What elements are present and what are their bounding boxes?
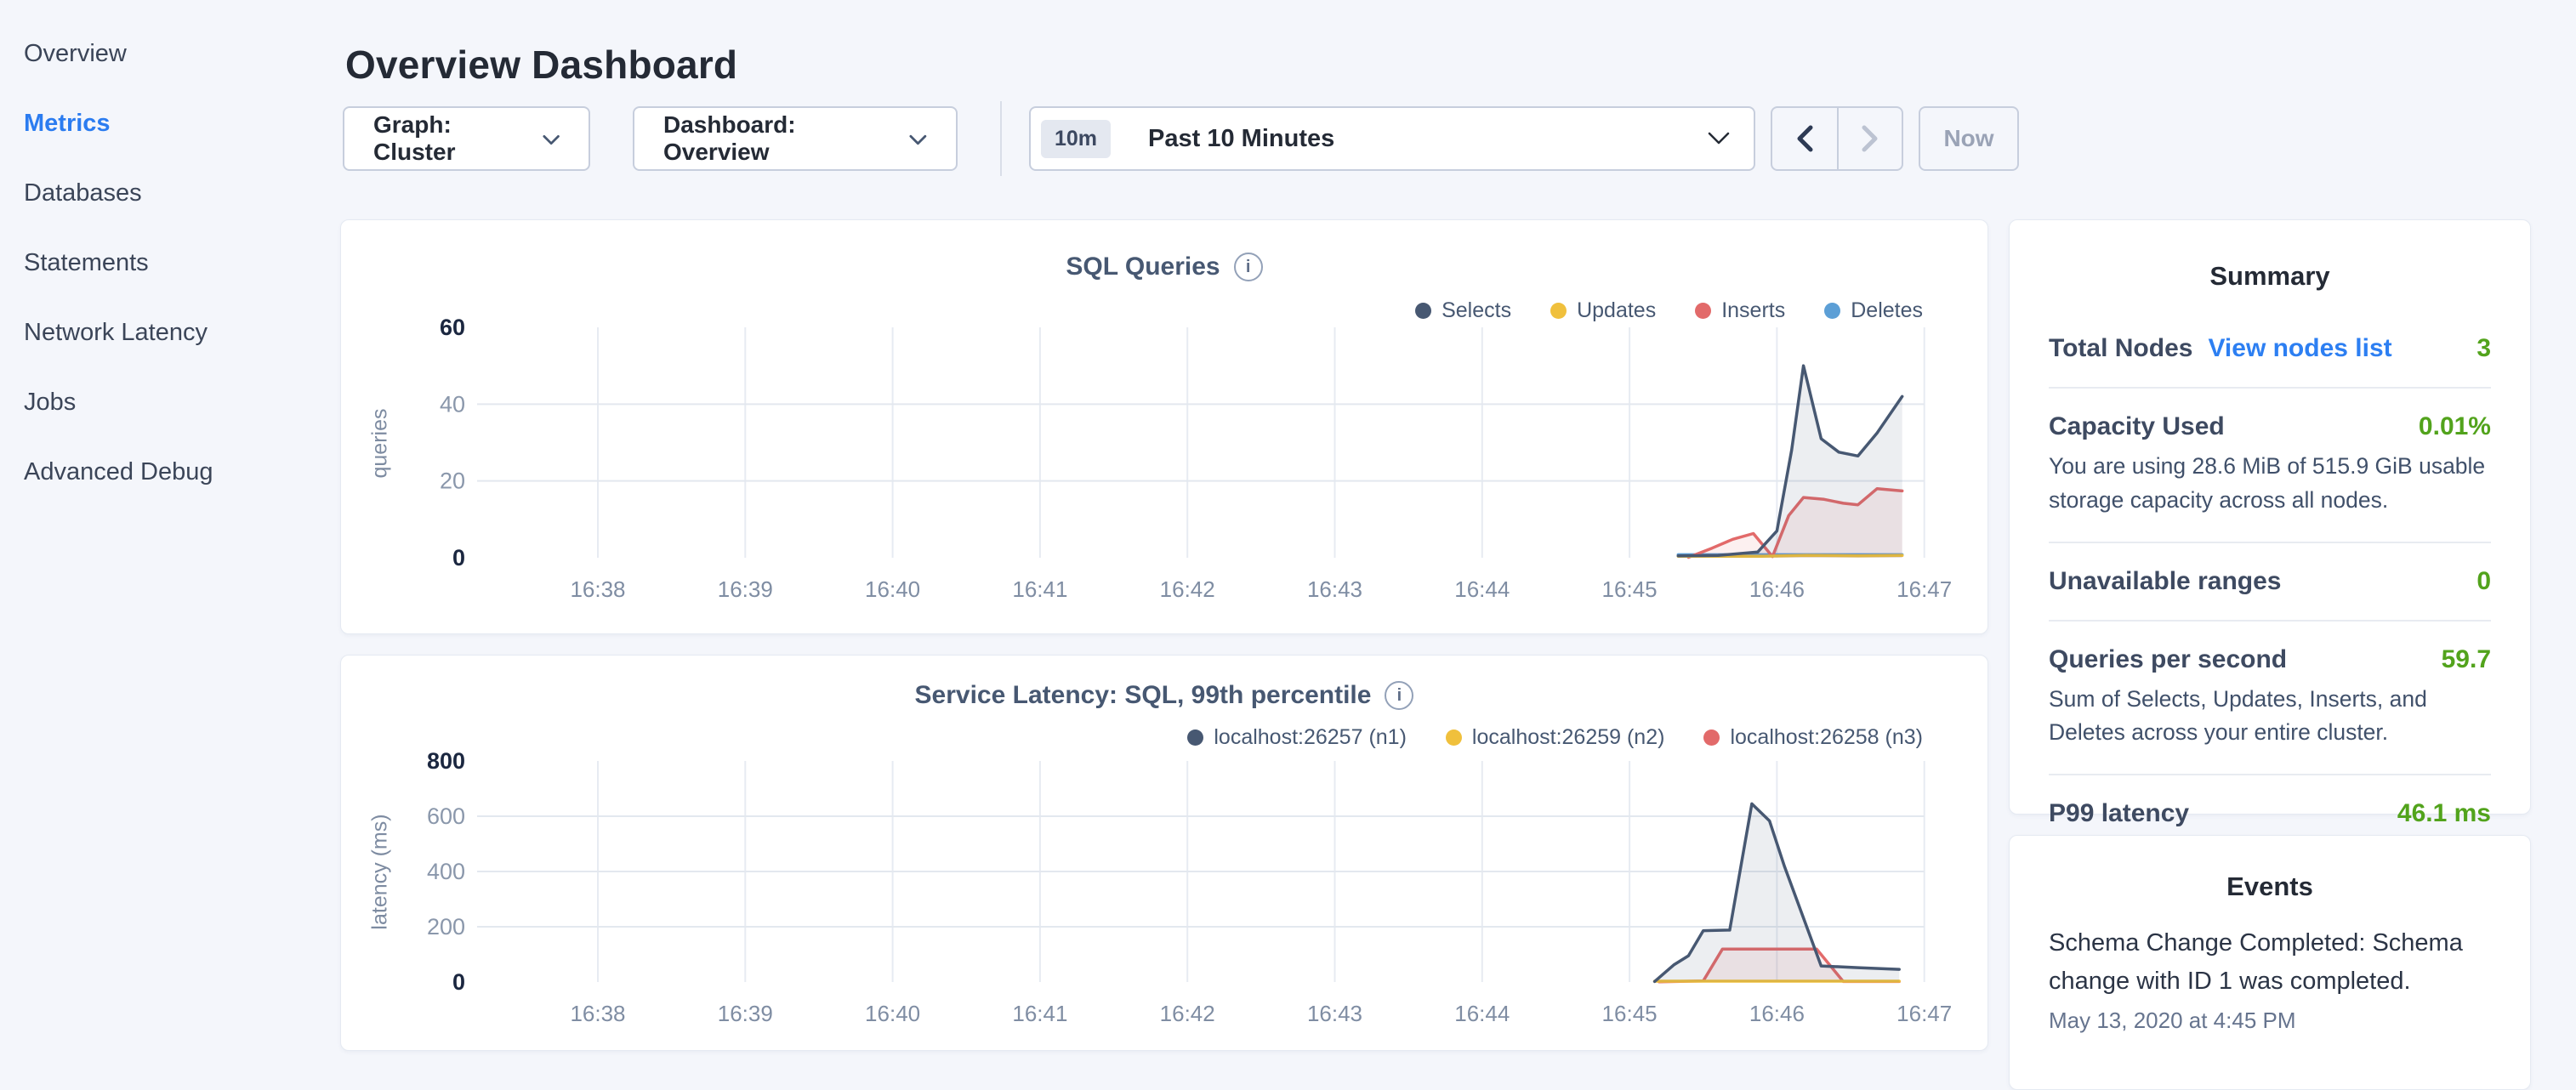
event-timestamp: May 13, 2020 at 4:45 PM xyxy=(2049,1008,2491,1034)
capacity-used-value: 0.01% xyxy=(2419,412,2491,441)
sidebar-item-metrics[interactable]: Metrics xyxy=(24,88,340,158)
sidebar-item-advanced-debug[interactable]: Advanced Debug xyxy=(24,437,340,507)
dashboard-dropdown[interactable]: Dashboard: Overview xyxy=(633,106,958,171)
total-nodes-label: Total Nodes xyxy=(2049,334,2192,363)
svg-text:16:40: 16:40 xyxy=(865,1001,920,1026)
now-button[interactable]: Now xyxy=(1919,106,2019,171)
svg-text:16:42: 16:42 xyxy=(1160,576,1215,602)
chevron-down-icon xyxy=(543,134,560,146)
summary-title: Summary xyxy=(2049,261,2491,292)
svg-text:16:38: 16:38 xyxy=(570,1001,625,1026)
event-message: Schema Change Completed: Schema change w… xyxy=(2049,924,2491,1001)
capacity-used-label: Capacity Used xyxy=(2049,412,2225,441)
svg-text:800: 800 xyxy=(427,748,465,774)
sidebar-item-databases[interactable]: Databases xyxy=(24,158,340,228)
svg-text:16:39: 16:39 xyxy=(718,576,773,602)
time-window-select[interactable]: 10m Past 10 Minutes xyxy=(1029,106,1755,171)
svg-text:40: 40 xyxy=(440,391,465,417)
sidebar-item-network-latency[interactable]: Network Latency xyxy=(24,298,340,367)
svg-text:16:44: 16:44 xyxy=(1454,576,1510,602)
unavailable-ranges-value: 0 xyxy=(2476,567,2491,596)
chevron-down-icon xyxy=(909,134,927,146)
summary-row-total-nodes: Total Nodes View nodes list 3 xyxy=(2049,310,2491,387)
sql-queries-chart-card: SQL Queries i SelectsUpdatesInsertsDelet… xyxy=(340,219,1988,634)
dashboard-label: Dashboard: Overview xyxy=(663,111,894,166)
svg-text:16:38: 16:38 xyxy=(570,576,625,602)
sidebar-item-overview[interactable]: Overview xyxy=(24,19,340,88)
unavailable-ranges-label: Unavailable ranges xyxy=(2049,567,2281,596)
svg-text:16:44: 16:44 xyxy=(1454,1001,1510,1026)
time-window-label: Past 10 Minutes xyxy=(1148,125,1708,153)
summary-row-capacity: Capacity Used 0.01% You are using 28.6 M… xyxy=(2049,387,2491,542)
summary-row-unavailable-ranges: Unavailable ranges 0 xyxy=(2049,542,2491,620)
graph-scope-dropdown[interactable]: Graph: Cluster xyxy=(343,106,590,171)
sidebar-item-label: Network Latency xyxy=(24,319,208,347)
time-pager xyxy=(1771,106,1903,171)
events-panel: Events Schema Change Completed: Schema c… xyxy=(2009,835,2531,1090)
svg-text:16:42: 16:42 xyxy=(1160,1001,1215,1026)
time-window-badge: 10m xyxy=(1041,120,1111,158)
view-nodes-list-link[interactable]: View nodes list xyxy=(2208,334,2391,363)
svg-text:16:41: 16:41 xyxy=(1012,1001,1067,1026)
sidebar-item-label: Metrics xyxy=(24,110,111,138)
summary-panel: Summary Total Nodes View nodes list 3 Ca… xyxy=(2009,219,2531,815)
graph-scope-label: Graph: Cluster xyxy=(373,111,527,166)
svg-text:16:43: 16:43 xyxy=(1307,576,1362,602)
p99-latency-value: 46.1 ms xyxy=(2397,799,2491,828)
queries-per-second-label: Queries per second xyxy=(2049,645,2287,674)
sql-queries-plot: 16:38 16:39 16:40 16:41 16:42 16:43 16:44 16:45… xyxy=(341,220,1989,635)
total-nodes-value: 3 xyxy=(2476,334,2491,363)
controls-divider xyxy=(1000,101,1002,176)
svg-text:16:41: 16:41 xyxy=(1012,576,1067,602)
time-next-button[interactable] xyxy=(1837,108,1902,169)
sidebar-item-label: Overview xyxy=(24,40,127,68)
svg-text:200: 200 xyxy=(427,914,465,940)
svg-text:20: 20 xyxy=(440,468,465,494)
sidebar: Overview Metrics Databases Statements Ne… xyxy=(0,0,340,507)
sidebar-item-statements[interactable]: Statements xyxy=(24,228,340,298)
svg-text:16:39: 16:39 xyxy=(718,1001,773,1026)
svg-text:60: 60 xyxy=(440,315,465,340)
svg-text:0: 0 xyxy=(452,545,465,571)
service-latency-plot: 16:38 16:39 16:40 16:41 16:42 16:43 16:44 16:45… xyxy=(341,656,1989,1052)
svg-text:16:40: 16:40 xyxy=(865,576,920,602)
service-latency-chart-card: Service Latency: SQL, 99th percentile i … xyxy=(340,655,1988,1051)
p99-latency-label: P99 latency xyxy=(2049,799,2189,828)
controls-bar: Graph: Cluster Dashboard: Overview 10m P… xyxy=(340,106,2019,171)
time-prev-button[interactable] xyxy=(1772,108,1837,169)
sidebar-item-label: Databases xyxy=(24,179,142,207)
chevron-right-icon xyxy=(1862,125,1879,152)
svg-text:16:47: 16:47 xyxy=(1896,1001,1952,1026)
queries-per-second-value: 59.7 xyxy=(2442,645,2491,674)
sidebar-item-label: Statements xyxy=(24,249,149,277)
chevron-down-icon xyxy=(1708,132,1730,145)
sidebar-item-jobs[interactable]: Jobs xyxy=(24,367,340,437)
svg-text:16:46: 16:46 xyxy=(1749,576,1805,602)
svg-text:0: 0 xyxy=(452,969,465,995)
capacity-used-description: You are using 28.6 MiB of 515.9 GiB usab… xyxy=(2049,450,2491,518)
svg-text:16:45: 16:45 xyxy=(1602,1001,1658,1026)
sidebar-item-label: Advanced Debug xyxy=(24,458,213,486)
svg-text:400: 400 xyxy=(427,859,465,884)
svg-text:16:45: 16:45 xyxy=(1602,576,1658,602)
chevron-left-icon xyxy=(1796,125,1813,152)
summary-row-qps: Queries per second 59.7 Sum of Selects, … xyxy=(2049,620,2491,775)
qps-description: Sum of Selects, Updates, Inserts, and De… xyxy=(2049,683,2491,751)
svg-text:16:46: 16:46 xyxy=(1749,1001,1805,1026)
svg-text:16:43: 16:43 xyxy=(1307,1001,1362,1026)
events-title: Events xyxy=(2049,871,2491,902)
svg-text:600: 600 xyxy=(427,803,465,829)
page-title: Overview Dashboard xyxy=(345,42,737,88)
sidebar-item-label: Jobs xyxy=(24,389,76,417)
svg-text:16:47: 16:47 xyxy=(1896,576,1952,602)
